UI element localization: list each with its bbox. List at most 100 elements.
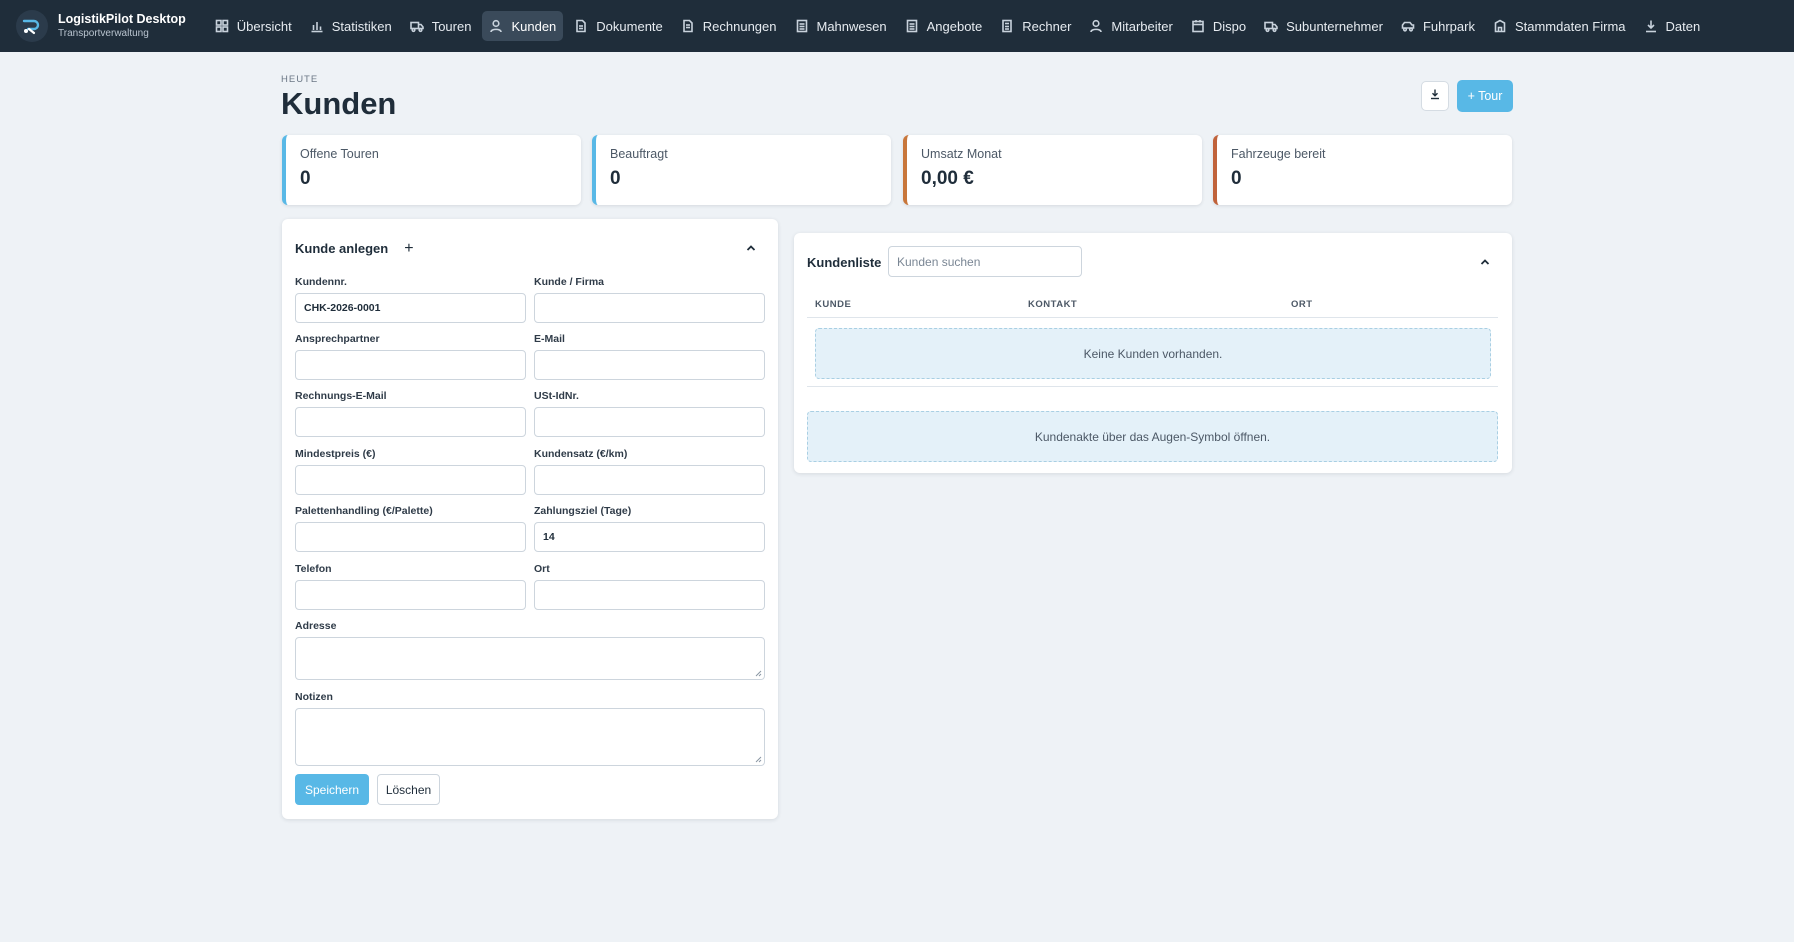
save-button[interactable]: Speichern <box>295 774 369 805</box>
nav-item-subunternehmer[interactable]: Subunternehmer <box>1257 11 1390 41</box>
nav-label: Mahnwesen <box>816 18 887 34</box>
nav-label: Mitarbeiter <box>1111 18 1173 34</box>
building-icon <box>1493 19 1507 33</box>
nav-label: Übersicht <box>236 18 292 34</box>
customer-list-card: Kundenliste KUNDE KONTAKT ORT Keine Kund… <box>794 233 1512 473</box>
chevron-up-icon[interactable] <box>1478 255 1492 269</box>
header-divider <box>807 317 1498 318</box>
nav-item-daten[interactable]: Daten <box>1637 11 1708 41</box>
label-ort: Ort <box>534 563 550 575</box>
label-palettenhandling: Palettenhandling (€/Palette) <box>295 505 433 517</box>
stat-card-beauftragt: Beauftragt 0 <box>592 135 891 205</box>
nav-label: Dokumente <box>596 18 663 34</box>
zahlungsziel-field[interactable]: 14 <box>534 522 765 552</box>
add-tour-button[interactable]: + Tour <box>1457 80 1513 112</box>
nav-item-statistiken[interactable]: Statistiken <box>303 11 399 41</box>
nav-item-kunden[interactable]: Kunden <box>482 11 564 41</box>
nav-label: Touren <box>431 18 472 34</box>
label-mindestpreis: Mindestpreis (€) <box>295 448 376 460</box>
stat-card-umsatz-monat: Umsatz Monat 0,00 € <box>903 135 1202 205</box>
employee-icon <box>1089 19 1103 33</box>
calendar-icon <box>1191 19 1205 33</box>
kundensatz-field[interactable] <box>534 465 765 495</box>
truck-icon <box>409 19 424 33</box>
stat-value: 0,00 € <box>921 168 974 189</box>
firma-field[interactable] <box>534 293 765 323</box>
nav-label: Stammdaten Firma <box>1514 18 1626 34</box>
nav-item-dokumente[interactable]: Dokumente <box>567 11 669 41</box>
nav-item-mahnwesen[interactable]: Mahnwesen <box>788 11 894 41</box>
ust-field[interactable] <box>534 407 765 437</box>
rechnungs-email-field[interactable] <box>295 407 526 437</box>
table-divider <box>807 386 1498 387</box>
nav-label: Fuhrpark <box>1422 18 1475 34</box>
label-ansprechpartner: Ansprechpartner <box>295 333 380 345</box>
nav-label: Kunden <box>511 18 557 34</box>
download-icon <box>1429 87 1441 105</box>
notizen-textarea[interactable] <box>295 708 765 766</box>
list-title: Kundenliste <box>807 255 882 270</box>
stat-label: Beauftragt <box>610 147 668 161</box>
chevron-up-icon[interactable] <box>744 241 758 255</box>
nav-item-uebersicht[interactable]: Übersicht <box>208 11 299 41</box>
nav-item-rechner[interactable]: Rechner <box>993 11 1078 41</box>
column-header-ort[interactable]: ORT <box>1291 299 1313 310</box>
stat-label: Umsatz Monat <box>921 147 1002 161</box>
top-navbar: LogistikPilot Desktop Transportverwaltun… <box>0 0 1794 52</box>
nav-label: Angebote <box>926 18 983 34</box>
offer-icon <box>905 19 919 33</box>
fleet-icon <box>1401 19 1415 33</box>
nav-item-mitarbeiter[interactable]: Mitarbeiter <box>1082 11 1179 41</box>
ansprechpartner-field[interactable] <box>295 350 526 380</box>
column-header-kunde[interactable]: KUNDE <box>815 299 851 310</box>
nav-item-angebote[interactable]: Angebote <box>898 11 990 41</box>
resize-handle-icon[interactable] <box>755 756 762 763</box>
palettenhandling-field[interactable] <box>295 522 526 552</box>
nav-label: Daten <box>1665 18 1701 34</box>
nav-item-rechnungen[interactable]: Rechnungen <box>674 11 784 41</box>
customer-form-card: Kunde anlegen + Kundennr. CHK-2026-0001 … <box>282 219 778 819</box>
app-subtitle: Transportverwaltung <box>58 28 149 39</box>
ort-field[interactable] <box>534 580 765 610</box>
download-icon <box>1644 19 1658 33</box>
label-email: E-Mail <box>534 333 565 345</box>
nav-menu: Übersicht Statistiken Touren Kunden Doku… <box>208 11 1707 41</box>
resize-handle-icon[interactable] <box>755 670 762 677</box>
nav-label: Rechner <box>1022 18 1072 34</box>
stat-value: 0 <box>300 168 311 189</box>
reminder-icon <box>795 19 809 33</box>
kundennr-field[interactable]: CHK-2026-0001 <box>295 293 526 323</box>
label-zahlungsziel: Zahlungsziel (Tage) <box>534 505 632 517</box>
delete-button[interactable]: Löschen <box>377 774 440 805</box>
email-field[interactable] <box>534 350 765 380</box>
hint-box: Kundenakte über das Augen-Symbol öffnen. <box>807 411 1498 462</box>
nav-label: Statistiken <box>331 18 392 34</box>
empty-state: Keine Kunden vorhanden. <box>815 328 1491 379</box>
stat-value: 0 <box>610 168 621 189</box>
label-notizen: Notizen <box>295 691 333 703</box>
plus-icon[interactable]: + <box>404 240 413 256</box>
mindestpreis-field[interactable] <box>295 465 526 495</box>
telefon-field[interactable] <box>295 580 526 610</box>
nav-item-touren[interactable]: Touren <box>403 11 479 41</box>
nav-item-stammdaten-firma[interactable]: Stammdaten Firma <box>1486 11 1633 41</box>
form-title: Kunde anlegen <box>295 241 389 256</box>
column-header-kontakt[interactable]: KONTAKT <box>1028 299 1077 310</box>
subcontractor-icon <box>1264 19 1278 33</box>
download-button[interactable] <box>1421 81 1449 111</box>
stat-card-fahrzeuge-bereit: Fahrzeuge bereit 0 <box>1213 135 1512 205</box>
nav-item-dispo[interactable]: Dispo <box>1184 11 1253 41</box>
label-adresse: Adresse <box>295 620 337 632</box>
customer-search-input[interactable] <box>888 246 1082 277</box>
label-rechnungs-email: Rechnungs-E-Mail <box>295 390 387 402</box>
adresse-textarea[interactable] <box>295 637 765 680</box>
nav-label: Rechnungen <box>702 18 777 34</box>
bar-chart-icon <box>310 19 324 33</box>
brand[interactable]: LogistikPilot Desktop Transportverwaltun… <box>16 10 186 42</box>
stat-value: 0 <box>1231 168 1242 189</box>
dashboard-icon <box>215 19 229 33</box>
page-title: Kunden <box>281 86 397 121</box>
nav-item-fuhrpark[interactable]: Fuhrpark <box>1394 11 1482 41</box>
label-ust: USt-IdNr. <box>534 390 579 402</box>
nav-label: Subunternehmer <box>1286 18 1383 34</box>
